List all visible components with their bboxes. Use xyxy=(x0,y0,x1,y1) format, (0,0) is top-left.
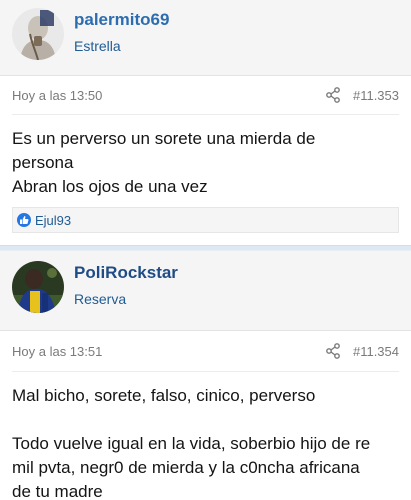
avatar[interactable] xyxy=(12,261,64,313)
post-header: palermito69 Estrella xyxy=(0,0,411,76)
post-number[interactable]: #11.353 xyxy=(353,88,399,103)
meta-actions: #11.354 xyxy=(325,343,399,359)
avatar[interactable] xyxy=(12,8,64,60)
post-meta: Hoy a las 13:50 #11.353 xyxy=(0,76,411,114)
post-2: PoliRockstar Reserva Hoy a las 13:51 #11… xyxy=(0,251,411,500)
username[interactable]: palermito69 xyxy=(74,10,169,30)
reaction-user[interactable]: Ejul93 xyxy=(35,213,71,228)
post-header: PoliRockstar Reserva xyxy=(0,251,411,331)
post-1: palermito69 Estrella Hoy a las 13:50 #11… xyxy=(0,0,411,233)
post-message: Es un perverso un sorete una mierda de p… xyxy=(12,129,316,196)
avatar-image xyxy=(12,8,64,60)
share-icon[interactable] xyxy=(325,87,341,103)
user-title: Estrella xyxy=(74,38,121,54)
reactions-bar[interactable]: Ejul93 xyxy=(12,207,399,233)
username[interactable]: PoliRockstar xyxy=(74,263,178,283)
post-timestamp[interactable]: Hoy a las 13:51 xyxy=(12,344,102,359)
post-timestamp[interactable]: Hoy a las 13:50 xyxy=(12,88,102,103)
share-icon[interactable] xyxy=(325,343,341,359)
post-message: Mal bicho, sorete, falso, cinico, perver… xyxy=(12,386,371,500)
avatar-image xyxy=(12,261,64,313)
meta-actions: #11.353 xyxy=(325,87,399,103)
post-number[interactable]: #11.354 xyxy=(353,344,399,359)
post-meta: Hoy a las 13:51 #11.354 xyxy=(0,331,411,371)
like-icon xyxy=(17,213,31,227)
user-title: Reserva xyxy=(74,291,127,307)
